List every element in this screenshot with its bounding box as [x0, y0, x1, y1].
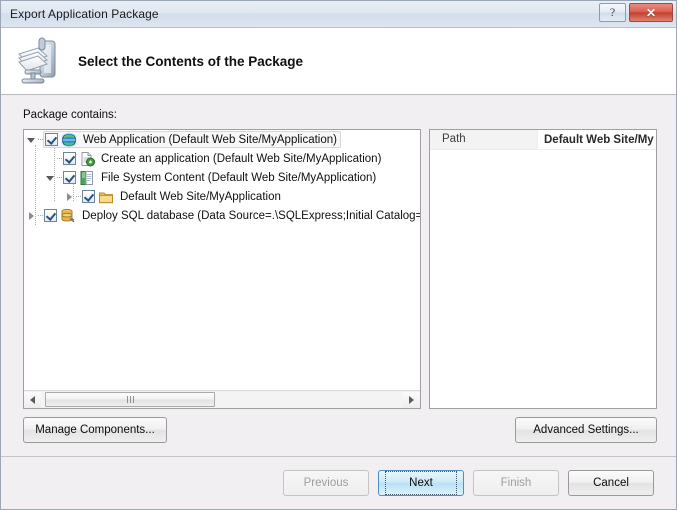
tree-row[interactable]: Deploy SQL database (Data Source=.\SQLEx…	[24, 206, 420, 225]
window-controls: ? ✕	[599, 3, 673, 22]
globe-icon	[59, 132, 79, 148]
scrollbar-thumb[interactable]	[45, 391, 215, 407]
file-system-icon	[79, 170, 95, 186]
property-key: Path	[430, 130, 538, 149]
expander-expanded-icon[interactable]	[43, 168, 57, 187]
expander-collapsed-icon[interactable]	[62, 187, 76, 206]
scrollbar-track[interactable]	[41, 391, 403, 408]
property-value[interactable]: Default Web Site/My	[538, 134, 656, 146]
wizard-navigation: Previous Next Finish Cancel	[283, 470, 654, 496]
properties-panel[interactable]: Path Default Web Site/My	[429, 129, 657, 409]
checkbox-checked[interactable]	[63, 152, 76, 165]
tree-row-label: Default Web Site/MyApplication	[120, 190, 281, 203]
help-button[interactable]: ?	[599, 3, 626, 22]
dialog-footer: Previous Next Finish Cancel	[1, 456, 676, 509]
folder-icon	[98, 189, 114, 205]
checkbox-checked[interactable]	[82, 190, 95, 203]
next-button-label: Next	[385, 471, 457, 495]
cancel-button[interactable]: Cancel	[568, 470, 654, 496]
tree-rows-container: Web Application (Default Web Site/MyAppl…	[24, 130, 420, 391]
scroll-left-arrow-icon[interactable]	[24, 391, 41, 408]
package-compress-icon	[13, 36, 61, 86]
property-row[interactable]: Path Default Web Site/My	[430, 130, 656, 150]
manage-components-button[interactable]: Manage Components...	[23, 417, 167, 443]
finish-button[interactable]: Finish	[473, 470, 559, 496]
export-application-package-dialog: Export Application Package ? ✕ Select th…	[0, 0, 677, 510]
page-title: Select the Contents of the Package	[78, 53, 304, 69]
tree-row[interactable]: Default Web Site/MyApplication	[24, 187, 420, 206]
window-title: Export Application Package	[10, 7, 159, 21]
tree-row-label: Web Application (Default Web Site/MyAppl…	[83, 133, 337, 146]
dialog-body: Package contains: Web Application (Defau…	[1, 95, 676, 456]
tree-row-label: Create an application (Default Web Site/…	[101, 152, 382, 165]
checkbox-checked[interactable]	[44, 209, 57, 222]
tree-row-label: Deploy SQL database (Data Source=.\SQLEx…	[82, 209, 420, 222]
expander-none	[43, 149, 57, 168]
tree-row-label: File System Content (Default Web Site/My…	[101, 171, 377, 184]
dialog-header: Select the Contents of the Package	[1, 28, 676, 95]
checkbox-checked[interactable]	[63, 171, 76, 184]
tree-row[interactable]: File System Content (Default Web Site/My…	[24, 168, 420, 187]
application-page-icon	[79, 151, 95, 167]
tree-horizontal-scrollbar[interactable]	[24, 390, 420, 408]
database-icon	[60, 208, 76, 224]
advanced-settings-button[interactable]: Advanced Settings...	[515, 417, 657, 443]
expander-expanded-icon[interactable]	[24, 130, 38, 149]
grip-icon	[126, 395, 134, 403]
next-button[interactable]: Next	[378, 470, 464, 496]
close-button[interactable]: ✕	[629, 3, 673, 22]
package-contents-tree[interactable]: Web Application (Default Web Site/MyAppl…	[23, 129, 421, 409]
title-bar[interactable]: Export Application Package ? ✕	[1, 1, 676, 28]
tree-row[interactable]: Web Application (Default Web Site/MyAppl…	[24, 130, 420, 149]
previous-button[interactable]: Previous	[283, 470, 369, 496]
package-contains-label: Package contains:	[23, 109, 117, 121]
tree-row[interactable]: Create an application (Default Web Site/…	[24, 149, 420, 168]
checkbox-checked[interactable]	[45, 133, 58, 146]
expander-collapsed-icon[interactable]	[24, 206, 38, 225]
scroll-right-arrow-icon[interactable]	[403, 391, 420, 408]
